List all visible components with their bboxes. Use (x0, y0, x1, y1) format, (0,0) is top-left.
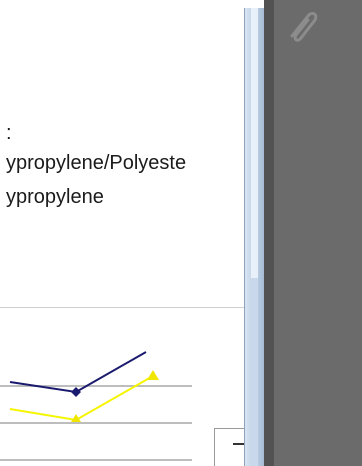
paperclip-icon[interactable] (286, 8, 320, 44)
chart-point-yellow (147, 370, 159, 380)
chart-point-navy (71, 387, 81, 397)
chart-series-line-yellow (9, 375, 154, 422)
document-text-line: ypropylene (6, 186, 104, 208)
document-text-line: ypropylene/Polyeste (6, 152, 187, 174)
panel-edge (264, 0, 274, 466)
attachments-panel (264, 0, 362, 466)
page-top-edge (0, 0, 252, 10)
scrollbar-track[interactable] (251, 278, 258, 466)
document-page: : ypropylene/Polyeste ypropylene (0, 0, 252, 466)
document-text-line: : (6, 122, 12, 144)
section-divider (0, 307, 252, 308)
